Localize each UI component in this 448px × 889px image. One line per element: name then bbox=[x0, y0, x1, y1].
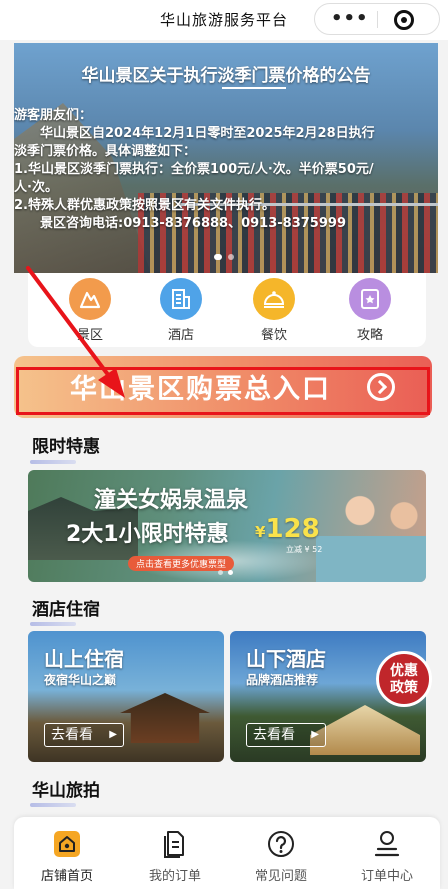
bottom-tab-bar: 店铺首页 我的订单 常见问题 订单中心 bbox=[14, 817, 440, 889]
badge-line: 政策 bbox=[390, 680, 418, 696]
tab-label: 我的订单 bbox=[148, 869, 201, 884]
store-icon bbox=[54, 831, 80, 857]
tab-label: 常见问题 bbox=[254, 869, 307, 884]
section-title-limited: 限时特惠 bbox=[32, 437, 100, 457]
section-underline bbox=[30, 803, 76, 807]
hotel-card-mountain[interactable]: 山上住宿 夜宿华山之巅 去看看 bbox=[28, 631, 224, 762]
view-button[interactable]: 去看看 bbox=[246, 723, 326, 747]
carousel-dot-active[interactable] bbox=[228, 570, 233, 575]
tab-faq[interactable]: 常见问题 bbox=[236, 829, 326, 884]
tab-my-orders[interactable]: 我的订单 bbox=[130, 829, 220, 884]
section-underline bbox=[30, 622, 76, 626]
bathers-photo bbox=[316, 480, 426, 582]
hotel-card-title: 山上住宿 bbox=[44, 647, 124, 671]
promo-price: ¥128 bbox=[255, 514, 320, 544]
view-button[interactable]: 去看看 bbox=[44, 723, 124, 747]
section-underline bbox=[30, 460, 76, 464]
glamping-tent-photo bbox=[310, 705, 420, 755]
hotel-card-subtitle: 品牌酒店推荐 bbox=[246, 673, 319, 687]
section-title-photo: 华山旅拍 bbox=[32, 781, 100, 801]
section-title-hotel: 酒店住宿 bbox=[32, 600, 100, 620]
user-icon bbox=[374, 831, 400, 857]
price-value: 128 bbox=[265, 514, 320, 544]
badge-line: 优惠 bbox=[390, 663, 418, 679]
tab-order-center[interactable]: 订单中心 bbox=[342, 829, 432, 884]
question-icon bbox=[268, 831, 294, 857]
carousel-dot[interactable] bbox=[218, 570, 223, 575]
promo-more-tag[interactable]: 点击查看更多优惠票型 bbox=[128, 556, 235, 571]
tab-label: 订单中心 bbox=[360, 869, 413, 884]
currency-symbol: ¥ bbox=[255, 523, 266, 541]
discount-policy-badge[interactable]: 优惠 政策 bbox=[376, 651, 432, 707]
order-icon bbox=[164, 831, 184, 858]
promo-subtitle: 2大1小限时特惠 bbox=[66, 522, 229, 547]
tab-label: 店铺首页 bbox=[40, 869, 93, 884]
promo-carousel-indicator bbox=[218, 570, 233, 575]
promo-banner[interactable]: 潼关女娲泉温泉 2大1小限时特惠 ¥128 立减 ¥ 52 点击查看更多优惠票型 bbox=[28, 470, 426, 582]
tab-store-home[interactable]: 店铺首页 bbox=[22, 829, 112, 884]
pavilion-photo bbox=[120, 693, 210, 743]
hotel-card-subtitle: 夜宿华山之巅 bbox=[44, 673, 117, 687]
promo-discount: 立减 ¥ 52 bbox=[286, 545, 323, 554]
hotel-card-title: 山下酒店 bbox=[246, 647, 326, 671]
promo-title: 潼关女娲泉温泉 bbox=[94, 488, 249, 513]
